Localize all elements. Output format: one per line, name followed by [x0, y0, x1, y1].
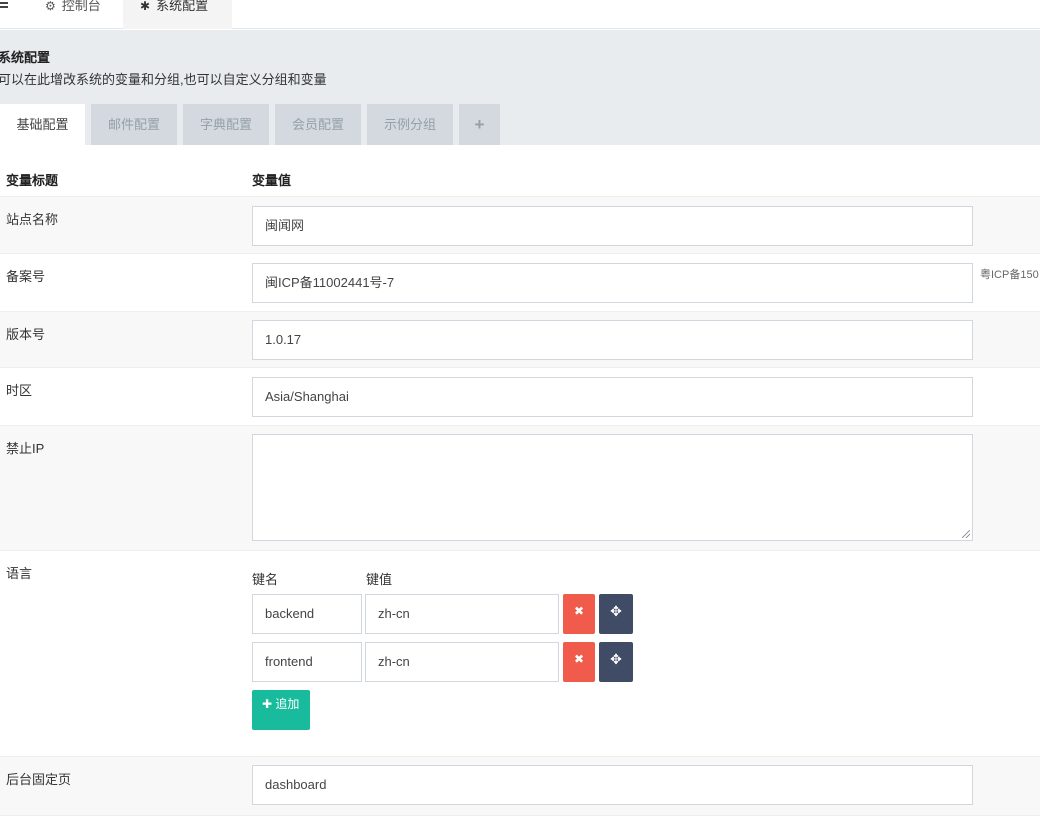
- table-row: 版本号 1.0.17: [0, 311, 1040, 368]
- append-button[interactable]: ✚ 追加: [252, 690, 310, 730]
- append-label: 追加: [275, 697, 300, 711]
- row-label: 时区: [6, 383, 33, 398]
- tab-system-config[interactable]: ✱ 系统配置: [123, 0, 232, 29]
- delete-row-button[interactable]: ✖: [563, 642, 595, 682]
- table-row: 站点名称 闽闻网: [0, 196, 1040, 254]
- group-tab-email[interactable]: 邮件配置: [91, 104, 177, 145]
- page-description: 可以在此增改系统的变量和分组,也可以自定义分组和变量: [0, 72, 327, 87]
- row-label: 语言: [6, 566, 33, 581]
- language-value-input[interactable]: zh-cn: [365, 594, 559, 634]
- tab-console-label: 控制台: [61, 0, 101, 13]
- group-tab-basic[interactable]: 基础配置: [0, 104, 85, 145]
- drag-row-button[interactable]: ✥: [599, 594, 633, 634]
- beian-hint: 粤ICP备150: [980, 269, 1039, 281]
- version-input[interactable]: 1.0.17: [252, 320, 973, 360]
- language-key-input[interactable]: backend: [252, 594, 362, 634]
- language-key-input[interactable]: frontend: [252, 642, 362, 682]
- menu-toggle-icon[interactable]: [0, 0, 12, 12]
- beian-input[interactable]: 闽ICP备11002441号-7: [252, 263, 973, 303]
- table-row: 后台固定页 dashboard: [0, 756, 1040, 816]
- row-label: 后台固定页: [6, 772, 72, 787]
- language-value-input[interactable]: zh-cn: [365, 642, 559, 682]
- column-header-title: 变量标题: [6, 173, 59, 188]
- add-group-button[interactable]: +: [459, 104, 500, 145]
- site-name-input[interactable]: 闽闻网: [252, 206, 973, 246]
- timezone-input[interactable]: Asia/Shanghai: [252, 377, 973, 417]
- row-label: 版本号: [6, 327, 46, 342]
- close-icon: ✖: [573, 604, 585, 618]
- group-tab-dictionary[interactable]: 字典配置: [183, 104, 269, 145]
- page-title: 系统配置: [0, 50, 51, 65]
- row-label: 站点名称: [6, 212, 59, 227]
- table-row: 语言 键名 键值 backend zh-cn ✖ ✥ frontend zh-c…: [0, 551, 1040, 756]
- drag-row-button[interactable]: ✥: [599, 642, 633, 682]
- fixed-page-input[interactable]: dashboard: [252, 765, 973, 805]
- page-header: 系统配置 可以在此增改系统的变量和分组,也可以自定义分组和变量 基础配置 邮件配…: [0, 30, 1040, 145]
- tab-console[interactable]: ⚙ 控制台: [45, 0, 101, 29]
- forbidden-ip-textarea[interactable]: [252, 434, 973, 541]
- close-icon: ✖: [573, 652, 585, 666]
- value-header: 键值: [366, 572, 393, 587]
- key-header: 键名: [252, 572, 279, 587]
- column-header-value: 变量值: [252, 173, 292, 188]
- table-row: 禁止IP: [0, 425, 1040, 551]
- gear-icon: ✱: [140, 0, 151, 13]
- move-icon: ✥: [610, 603, 622, 619]
- group-tab-example[interactable]: 示例分组: [367, 104, 453, 145]
- plus-icon: ✚: [262, 697, 273, 711]
- group-tab-member[interactable]: 会员配置: [275, 104, 361, 145]
- delete-row-button[interactable]: ✖: [563, 594, 595, 634]
- move-icon: ✥: [610, 651, 622, 667]
- table-row: 时区 Asia/Shanghai: [0, 368, 1040, 425]
- top-nav-bar: ⚙ 控制台 ✱ 系统配置: [0, 0, 1040, 29]
- dashboard-icon: ⚙: [45, 0, 56, 13]
- row-label: 禁止IP: [6, 441, 45, 456]
- row-label: 备案号: [6, 269, 46, 284]
- table-row: 备案号 闽ICP备11002441号-7 粤ICP备150: [0, 254, 1040, 311]
- resize-handle-icon[interactable]: [962, 530, 970, 538]
- tab-system-config-label: 系统配置: [156, 0, 209, 13]
